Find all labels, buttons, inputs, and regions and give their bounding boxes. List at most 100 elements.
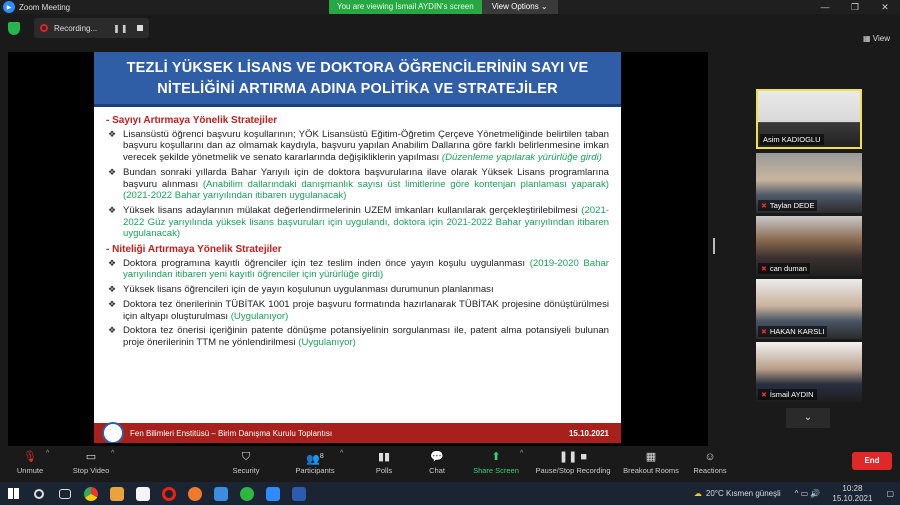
- list-item: Yüksek lisans adaylarının mülakat değerl…: [106, 205, 609, 240]
- zoom-logo-icon: ▶: [3, 1, 15, 13]
- clock[interactable]: 10:28 15.10.2021: [832, 484, 872, 504]
- unmute-label: Unmute: [16, 466, 44, 475]
- notification-icon[interactable]: ▢: [886, 489, 894, 498]
- smiley-icon: ☺: [704, 451, 716, 463]
- chevron-up-icon[interactable]: ^: [520, 450, 523, 457]
- chevron-up-icon[interactable]: ^: [111, 450, 114, 457]
- files-icon[interactable]: [130, 482, 156, 505]
- share-screen-button[interactable]: ⬆ Share Screen ^: [466, 446, 526, 482]
- zoom-window: ▶ Zoom Meeting You are viewing İsmail AY…: [0, 0, 900, 505]
- breakout-rooms-icon: ▦: [645, 451, 657, 463]
- section-heading: - Sayıyı Artırmaya Yönelik Stratejiler: [106, 115, 278, 126]
- chat-button[interactable]: 💬 Chat: [407, 446, 467, 482]
- firefox-icon[interactable]: [182, 482, 208, 505]
- footer-text: Fen Bilimleri Enstitüsü – Birim Danışma …: [130, 428, 333, 438]
- polls-label: Polls: [375, 466, 393, 475]
- window-controls: — ❐ ✕: [810, 0, 900, 14]
- reactions-label: Reactions: [693, 466, 727, 475]
- polls-button[interactable]: ▮▮ Polls: [354, 446, 414, 482]
- whatsapp-icon[interactable]: [234, 482, 260, 505]
- clock-date: 15.10.2021: [832, 493, 873, 503]
- item-text: Doktora programına kayıtlı öğrenciler iç…: [123, 257, 526, 269]
- close-icon[interactable]: ✕: [870, 0, 900, 14]
- participant-name: can duman: [769, 264, 807, 273]
- unmute-button[interactable]: 🎙 Unmute ^: [0, 446, 60, 482]
- record-icon: [40, 24, 48, 32]
- pause-stop-recording-button[interactable]: ❚❚ ■ Pause/Stop Recording: [530, 446, 616, 482]
- tray-overflow-icon[interactable]: ^ ▭ 🔊: [795, 489, 821, 498]
- search-icon[interactable]: [26, 482, 52, 505]
- polls-icon: ▮▮: [377, 451, 391, 463]
- pause-stop-icon: ❚❚ ■: [558, 451, 588, 463]
- breakout-label: Breakout Rooms: [623, 466, 679, 475]
- item-status: (Uygulanıyor): [230, 310, 289, 322]
- participant-name: İsmail AYDIN: [769, 390, 814, 399]
- clock-time: 10:28: [842, 483, 863, 493]
- participants-button[interactable]: 👥8 Participants ^: [285, 446, 345, 482]
- participant-name-tag: Asim KADIOGLU: [760, 134, 824, 145]
- minimize-icon[interactable]: —: [810, 0, 840, 14]
- item-text: Doktora tez önerilerinin TÜBİTAK 1001 pr…: [123, 298, 609, 322]
- share-screen-label: Share Screen: [473, 466, 519, 475]
- muted-mic-icon: 🎙: [23, 451, 37, 463]
- shared-slide: TEZLİ YÜKSEK LİSANS VE DOKTORA ÖĞRENCİLE…: [94, 52, 621, 443]
- media-player-icon[interactable]: [104, 482, 130, 505]
- list-item: Doktora tez önerilerinin TÜBİTAK 1001 pr…: [106, 299, 609, 322]
- participants-label: Participants: [295, 466, 335, 475]
- participant-name: HAKAN KARSLI: [769, 327, 825, 336]
- stop-video-button[interactable]: ▭ Stop Video ^: [61, 446, 121, 482]
- item-status: (Uygulanıyor): [298, 336, 356, 348]
- reactions-button[interactable]: ☺ Reactions: [680, 446, 740, 482]
- chat-icon: 💬: [430, 451, 444, 463]
- muted-mic-icon: ✖: [761, 265, 767, 273]
- scroll-down-button[interactable]: ⌄: [786, 408, 830, 428]
- task-view-icon[interactable]: [52, 482, 78, 505]
- view-button-label: View: [872, 34, 890, 43]
- remote-desktop-icon[interactable]: [208, 482, 234, 505]
- chevron-up-icon[interactable]: ^: [340, 450, 343, 457]
- list-item: Doktora programına kayıtlı öğrenciler iç…: [106, 258, 609, 281]
- participant-name-tag: ✖ Taylan DEDE: [758, 200, 818, 211]
- item-status: (2021-2022 Bahar yarıyılından itibaren u…: [123, 190, 347, 202]
- zoom-taskbar-icon[interactable]: [260, 482, 286, 505]
- muted-mic-icon: ✖: [761, 328, 767, 336]
- recording-label: Recording...: [54, 23, 98, 33]
- panel-resize-handle[interactable]: [713, 238, 715, 254]
- windows-start-icon[interactable]: [0, 482, 26, 505]
- shield-icon[interactable]: [8, 21, 20, 35]
- viewing-banner-text: You are viewing İsmail AYDIN's screen: [329, 0, 482, 14]
- chevron-up-icon[interactable]: ^: [46, 450, 49, 457]
- muted-mic-icon: ✖: [761, 391, 767, 399]
- participant-tile[interactable]: ✖ Taylan DEDE: [756, 153, 862, 213]
- stop-recording-icon[interactable]: [136, 25, 143, 31]
- weather-icon: ☁: [693, 489, 702, 498]
- section-heading: - Niteliği Artırmaya Yönelik Stratejiler: [106, 244, 282, 256]
- shield-icon: ⛉: [241, 451, 251, 463]
- restore-icon[interactable]: ❐: [840, 0, 870, 14]
- participant-name-tag: ✖ HAKAN KARSLI: [758, 326, 828, 337]
- breakout-rooms-button[interactable]: ▦ Breakout Rooms: [620, 446, 682, 482]
- weather-text[interactable]: 20°C Kısmen güneşli: [706, 489, 781, 498]
- word-icon[interactable]: [286, 482, 312, 505]
- security-button[interactable]: ⛉ Security: [216, 446, 276, 482]
- participant-tile[interactable]: ✖ can duman: [756, 216, 862, 276]
- title-bar: ▶ Zoom Meeting You are viewing İsmail AY…: [0, 0, 900, 14]
- participant-tile[interactable]: ✖ İsmail AYDIN: [756, 342, 862, 402]
- participant-tile[interactable]: ✖ HAKAN KARSLI: [756, 279, 862, 339]
- item-text: Yüksek lisans adaylarının mülakat değerl…: [123, 204, 578, 216]
- participant-name-tag: ✖ İsmail AYDIN: [758, 389, 817, 400]
- item-status: (Düzenleme yapılarak yürürlüğe girdi): [441, 152, 602, 164]
- slide-title: TEZLİ YÜKSEK LİSANS VE DOKTORA ÖĞRENCİLE…: [94, 52, 621, 107]
- opera-icon[interactable]: [156, 482, 182, 505]
- view-button[interactable]: ▦ View: [863, 34, 890, 43]
- chrome-icon[interactable]: [78, 482, 104, 505]
- pause-recording-icon[interactable]: ❚❚: [113, 24, 128, 33]
- end-meeting-button[interactable]: End: [852, 452, 892, 470]
- participant-tile[interactable]: Asim KADIOGLU: [756, 89, 862, 149]
- window-title: Zoom Meeting: [19, 2, 71, 12]
- meeting-info-bar: Recording... ❚❚ ▦ View: [0, 14, 900, 43]
- system-tray: ☁ 20°C Kısmen güneşli ^ ▭ 🔊 10:28 15.10.…: [694, 482, 900, 505]
- slide-footer: Fen Bilimleri Enstitüsü – Birim Danışma …: [94, 422, 621, 443]
- view-options-button[interactable]: View Options ⌄: [481, 0, 558, 14]
- share-screen-icon: ⬆: [491, 451, 501, 463]
